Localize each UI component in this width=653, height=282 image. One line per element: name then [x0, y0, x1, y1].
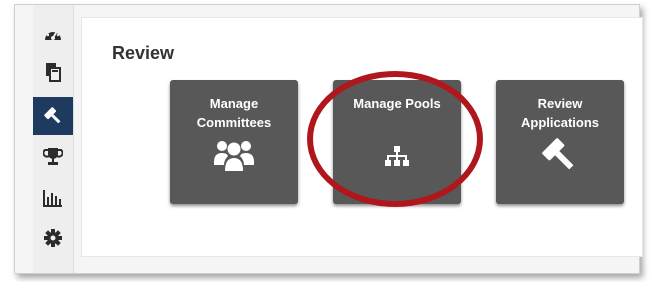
sidebar: [33, 5, 74, 273]
manage-committees-tile[interactable]: Manage Committees: [170, 80, 298, 204]
page-title: Review: [112, 43, 175, 63]
bar-chart-icon: [42, 188, 64, 208]
users-group-icon: [170, 138, 298, 172]
sidebar-item-awards[interactable]: [33, 137, 73, 175]
sitemap-icon: [333, 146, 461, 168]
tile-label: Manage Pools: [353, 96, 441, 111]
sidebar-item-reports[interactable]: [33, 179, 73, 217]
manage-pools-tile[interactable]: Manage Pools: [333, 80, 461, 204]
trophy-icon: [43, 146, 63, 166]
main-panel: Review Manage Committees Manage Pools Re…: [81, 17, 643, 257]
tile-label: Manage Committees: [196, 96, 272, 130]
gear-icon: [43, 228, 63, 248]
screenshot-stage: Review Manage Committees Manage Pools Re…: [0, 0, 653, 282]
gavel-icon: [42, 105, 64, 127]
app-window: Review Manage Committees Manage Pools Re…: [14, 4, 643, 274]
gavel-icon: [496, 136, 624, 176]
documents-icon: [44, 62, 62, 82]
tile-label: Review Applications: [520, 96, 599, 130]
sidebar-item-dashboard[interactable]: [33, 15, 73, 53]
review-applications-tile[interactable]: Review Applications: [496, 80, 624, 204]
dashboard-icon: [43, 25, 63, 43]
sidebar-item-review[interactable]: [33, 97, 73, 135]
sidebar-item-documents[interactable]: [33, 53, 73, 91]
sidebar-item-settings[interactable]: [33, 219, 73, 257]
